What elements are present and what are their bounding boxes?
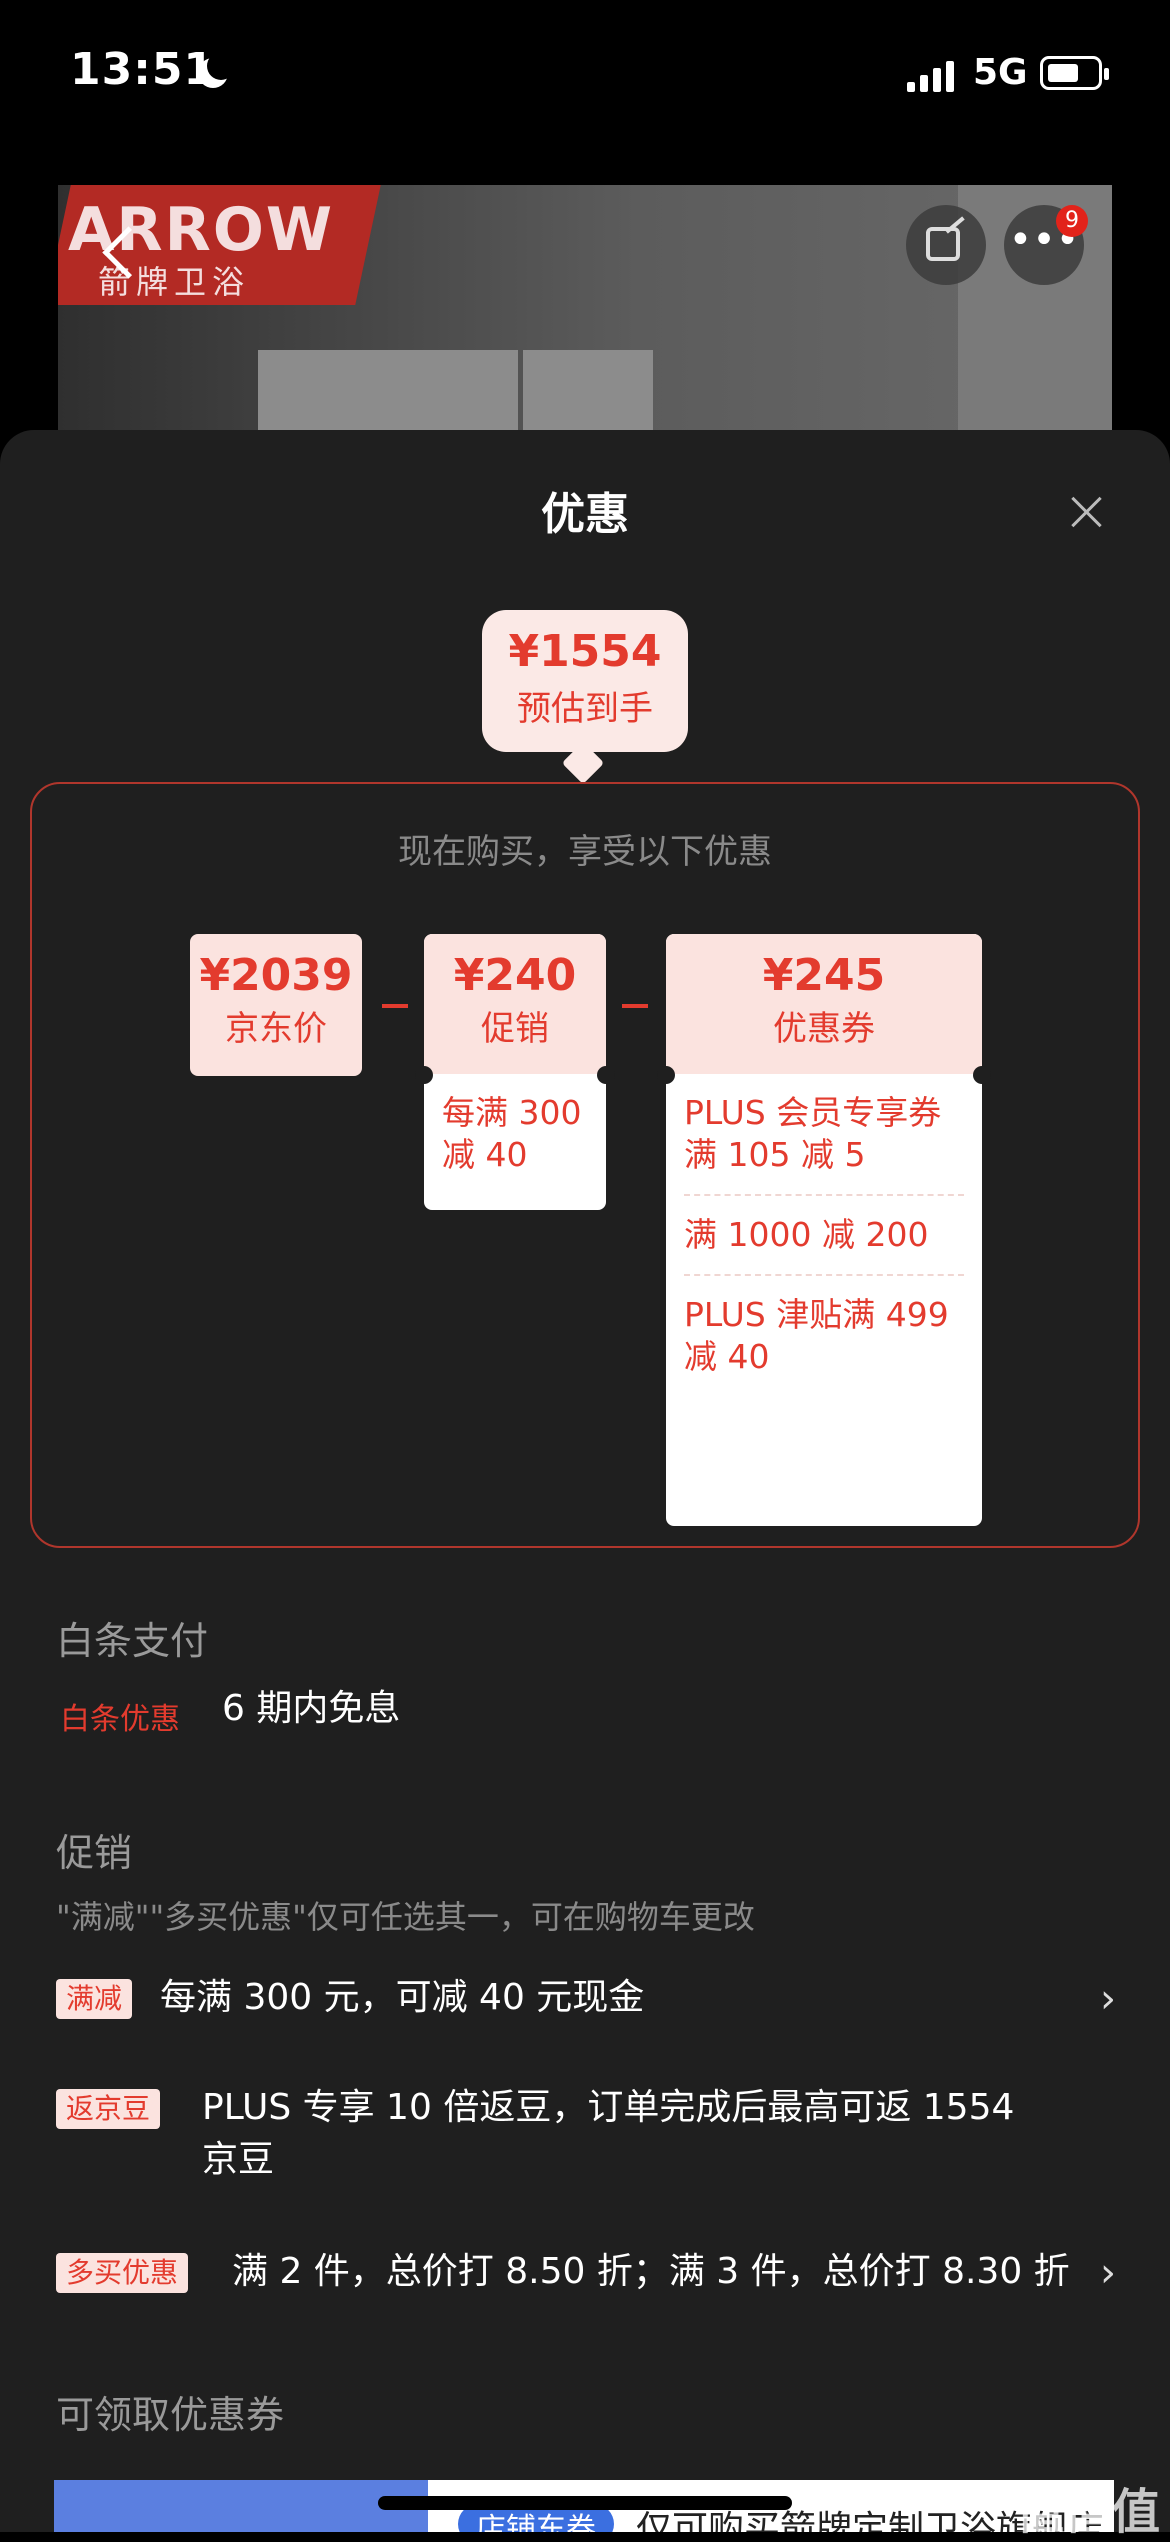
home-indicator[interactable]	[378, 2496, 792, 2510]
coupon-preview-image	[54, 2480, 428, 2532]
jd-price-card: ¥2039 京东价	[190, 934, 362, 1076]
jd-price-amount: ¥2039	[199, 950, 353, 1001]
chevron-right-icon: ›	[1100, 1976, 1116, 2022]
ticket-notch	[597, 1066, 615, 1084]
promo-tag: 满减	[56, 1979, 133, 2019]
promo-label: 促销	[481, 1009, 549, 1049]
discount-sheet: 优惠 ¥1554 预估到手 现在购买，享受以下优惠 ¥2039 京东价 ¥240…	[0, 430, 1170, 2532]
ticket-notch	[973, 1066, 991, 1084]
promo-amount: ¥240	[453, 950, 577, 1001]
promo-tag: 返京豆	[56, 2089, 161, 2129]
chevron-right-icon: ›	[1100, 2250, 1116, 2296]
minus-sign	[622, 1004, 648, 1008]
coupon-card: ¥245 优惠券 PLUS 会员专享券 满 105 减 5 满 1000 减 2…	[666, 934, 982, 1526]
coupon-detail: 满 1000 减 200	[684, 1214, 964, 1276]
promo-text: 满 2 件，总价打 8.50 折；满 3 件，总价打 8.30 折	[232, 2251, 1070, 2292]
signal-icon	[907, 60, 957, 92]
battery-icon	[1040, 56, 1109, 90]
ticket-notch	[415, 1066, 433, 1084]
back-button[interactable]	[70, 210, 160, 300]
coupon-detail: PLUS 会员专享券 满 105 减 5	[684, 1092, 964, 1196]
sheet-title: 优惠	[541, 489, 629, 540]
jd-price-label: 京东价	[225, 1009, 327, 1049]
minus-sign	[382, 1004, 408, 1008]
baitiao-text[interactable]: 6 期内免息	[222, 1684, 400, 1734]
estimated-price-card: ¥1554 预估到手	[482, 610, 688, 752]
promo-text: 京豆	[202, 2139, 275, 2180]
network-type: 5G	[973, 52, 1028, 93]
promo-text: 每满 300 元，可减 40 元现金	[160, 1977, 645, 2018]
share-button[interactable]	[906, 205, 986, 285]
breakdown-caption: 现在购买，享受以下优惠	[398, 832, 772, 872]
promo-note: "满减""多买优惠"仅可任选其一，可在购物车更改	[56, 1898, 755, 1936]
coupon-label: 优惠券	[773, 1009, 875, 1049]
promo-card: ¥240 促销 每满 300 减 40	[424, 934, 606, 1210]
promo-detail: 每满 300 减 40	[442, 1093, 582, 1174]
coupon-amount: ¥245	[762, 950, 886, 1001]
coupons-section-title: 可领取优惠券	[56, 2393, 285, 2437]
baitiao-section-title: 白条支付	[56, 1619, 209, 1663]
status-time: 13:51	[70, 44, 216, 95]
discount-breakdown: 现在购买，享受以下优惠 ¥2039 京东价 ¥240 促销 每满 300 减 4…	[30, 782, 1140, 1548]
promo-text: PLUS 专享 10 倍返豆，订单完成后最高可返 1554	[202, 2087, 1015, 2128]
baitiao-tag: 白条优惠	[60, 1702, 180, 1737]
close-button[interactable]	[1066, 492, 1106, 532]
promo-tag: 多买优惠	[56, 2253, 189, 2293]
moon-icon	[198, 52, 235, 88]
estimated-price: ¥1554	[508, 626, 662, 677]
ticket-notch	[657, 1066, 675, 1084]
status-bar: 13:51 5G	[0, 0, 1170, 150]
cabinet-panel	[523, 350, 653, 430]
notification-badge: 9	[1056, 205, 1088, 237]
cabinet-panel	[258, 350, 518, 430]
promo-section-title: 促销	[56, 1831, 133, 1875]
share-icon	[926, 227, 960, 261]
coupon-detail: PLUS 津贴满 499 减 40	[684, 1295, 949, 1376]
estimated-price-label: 预估到手	[517, 689, 653, 729]
